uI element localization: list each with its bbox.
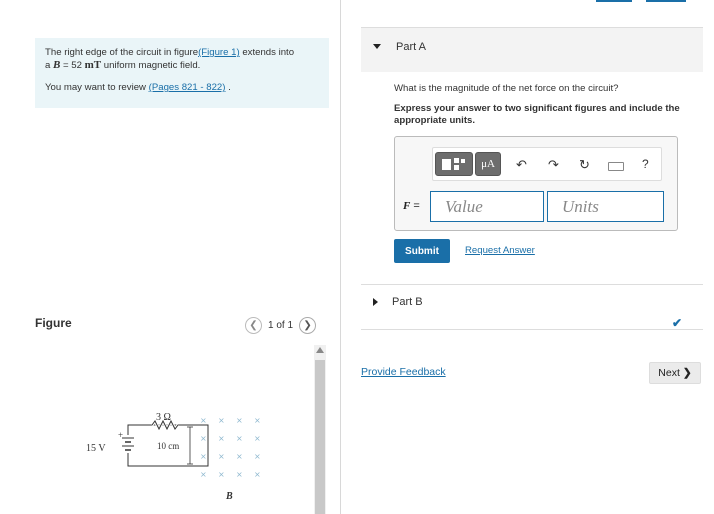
- value-input[interactable]: Value: [430, 191, 544, 222]
- top-tab-indicators: [596, 0, 686, 2]
- undo-icon[interactable]: ↶: [516, 157, 527, 173]
- figure-link[interactable]: (Figure 1): [198, 47, 240, 58]
- chevron-right-icon[interactable]: ❯: [299, 317, 317, 334]
- figure-title: Figure: [35, 316, 72, 330]
- chevron-right-icon: ❯: [682, 367, 692, 379]
- circuit-figure: 3 Ω 15 V + 10 cm B × × × × × × × × × × × × × × × ×: [86, 412, 261, 502]
- section-divider: [361, 284, 703, 285]
- field-marker: ×: [236, 416, 243, 425]
- field-marker: ×: [200, 452, 207, 461]
- field-marker: ×: [254, 452, 261, 461]
- field-marker: ×: [200, 434, 207, 443]
- units-input[interactable]: Units: [547, 191, 664, 222]
- part-a-title[interactable]: Part A: [396, 41, 426, 53]
- units-button[interactable]: μA: [475, 152, 501, 176]
- field-marker: ×: [236, 434, 243, 443]
- question-text: What is the magnitude of the net force o…: [394, 83, 619, 94]
- column-divider: [340, 0, 341, 514]
- caret-down-icon[interactable]: [373, 44, 381, 49]
- field-label: B: [225, 491, 233, 502]
- field-marker: ×: [254, 434, 261, 443]
- figure-pager: ❮ 1 of 1 ❯: [245, 317, 317, 334]
- scrollbar-thumb[interactable]: [315, 360, 325, 514]
- help-button[interactable]: ?: [642, 157, 649, 171]
- keyboard-icon[interactable]: [608, 162, 624, 171]
- reset-icon[interactable]: ↻: [579, 157, 590, 173]
- field-marker: ×: [236, 470, 243, 479]
- review-line: You may want to review (Pages 821 - 822)…: [45, 82, 231, 93]
- chevron-left-icon[interactable]: ❮: [245, 317, 262, 334]
- problem-statement: The right edge of the circuit in figure(…: [35, 38, 329, 108]
- caret-right-icon[interactable]: [373, 298, 378, 306]
- field-marker: ×: [200, 470, 207, 479]
- submit-button[interactable]: Submit: [394, 239, 450, 263]
- provide-feedback-link[interactable]: Provide Feedback: [361, 366, 446, 378]
- template-button[interactable]: [435, 152, 473, 176]
- redo-icon[interactable]: ↷: [548, 157, 559, 173]
- field-marker: ×: [218, 470, 225, 479]
- section-divider: [361, 329, 703, 330]
- top-tab-indicator[interactable]: [596, 0, 632, 2]
- top-tab-indicator[interactable]: [646, 0, 686, 2]
- field-marker: ×: [236, 452, 243, 461]
- magnetic-field-markers: × × × × × × × × × × × × × × × ×: [200, 416, 261, 479]
- voltage-label: 15 V: [86, 443, 106, 454]
- field-marker: ×: [254, 416, 261, 425]
- part-b-title[interactable]: Part B: [392, 296, 423, 308]
- field-marker: ×: [218, 434, 225, 443]
- field-marker: ×: [200, 416, 207, 425]
- request-answer-link[interactable]: Request Answer: [465, 245, 535, 256]
- resistor-label: 3 Ω: [156, 412, 171, 423]
- template-icon: [442, 158, 465, 170]
- b-unit: mT: [84, 59, 102, 71]
- pager-text: 1 of 1: [268, 320, 294, 331]
- next-label: Next: [658, 367, 680, 379]
- problem-intro: The right edge of the circuit in figure(…: [45, 47, 295, 71]
- next-button[interactable]: Next ❯: [649, 362, 701, 384]
- f-label: F =: [403, 200, 420, 212]
- field-marker: ×: [218, 416, 225, 425]
- scroll-up-icon[interactable]: [316, 347, 324, 353]
- check-icon: ✔: [672, 316, 683, 330]
- length-label: 10 cm: [157, 441, 179, 451]
- field-marker: ×: [218, 452, 225, 461]
- instruction-text: Express your answer to two significant f…: [394, 103, 680, 126]
- pages-link[interactable]: (Pages 821 - 822): [149, 82, 226, 93]
- field-marker: ×: [254, 470, 261, 479]
- plus-sign: +: [118, 430, 123, 440]
